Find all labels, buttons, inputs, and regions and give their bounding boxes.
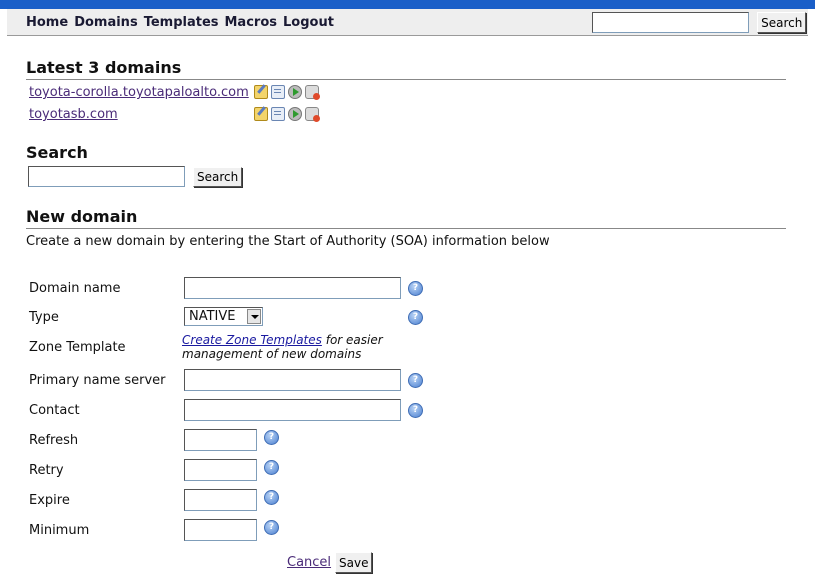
nav-domains[interactable]: Domains	[74, 15, 138, 30]
search-button[interactable]: Search	[193, 167, 243, 187]
help-icon[interactable]: ?	[264, 490, 279, 505]
top-search-button[interactable]: Search	[757, 12, 807, 33]
nav-templates[interactable]: Templates	[144, 15, 219, 30]
zone-template-text: management of new domains	[182, 347, 362, 361]
help-icon[interactable]: ?	[408, 310, 423, 325]
nav-home[interactable]: Home	[26, 15, 68, 30]
domain-name-label: Domain name	[29, 281, 121, 296]
search-input[interactable]	[28, 166, 185, 187]
domain-link[interactable]: toyota-corolla.toyotapaloalto.com	[29, 85, 249, 100]
edit-icon[interactable]	[254, 85, 268, 99]
help-icon[interactable]: ?	[408, 281, 423, 296]
primary-ns-input[interactable]	[184, 369, 401, 391]
latest-domains-heading: Latest 3 domains	[26, 58, 182, 77]
minimum-input[interactable]	[184, 519, 257, 541]
type-label: Type	[29, 310, 59, 325]
domain-actions	[254, 107, 320, 122]
minimum-label: Minimum	[29, 523, 90, 538]
help-icon[interactable]: ?	[408, 403, 423, 418]
zone-template-info: Create Zone Templates for easier managem…	[182, 333, 383, 361]
domain-name-input[interactable]	[184, 277, 401, 299]
top-search-input[interactable]	[592, 12, 749, 33]
refresh-label: Refresh	[29, 433, 79, 448]
top-search: Search	[592, 12, 807, 33]
search-heading: Search	[26, 143, 88, 162]
nav-macros[interactable]: Macros	[225, 15, 278, 30]
nav-bar: Home Domains Templates Macros Logout Search	[7, 9, 808, 36]
expire-label: Expire	[29, 493, 70, 508]
new-domain-description: Create a new domain by entering the Star…	[26, 234, 550, 249]
create-zone-templates-link[interactable]: Create Zone Templates	[182, 333, 322, 347]
help-icon[interactable]: ?	[264, 460, 279, 475]
nav-logout[interactable]: Logout	[283, 15, 334, 30]
move-icon[interactable]	[288, 85, 302, 99]
zone-template-label: Zone Template	[29, 340, 126, 355]
contact-label: Contact	[29, 403, 80, 418]
template-icon[interactable]	[271, 85, 285, 99]
move-icon[interactable]	[288, 107, 302, 121]
help-icon[interactable]: ?	[264, 520, 279, 535]
edit-icon[interactable]	[254, 107, 268, 121]
divider	[26, 79, 786, 80]
cancel-link[interactable]: Cancel	[287, 555, 331, 570]
type-select[interactable]: NATIVE	[184, 307, 263, 326]
nav-links: Home Domains Templates Macros Logout	[26, 15, 340, 30]
help-icon[interactable]: ?	[264, 430, 279, 445]
divider	[26, 228, 786, 229]
delete-icon[interactable]	[305, 85, 320, 100]
type-value: NATIVE	[189, 309, 236, 324]
top-stripe	[0, 0, 815, 9]
domain-link[interactable]: toyotasb.com	[29, 107, 118, 122]
delete-icon[interactable]	[305, 107, 320, 122]
template-icon[interactable]	[271, 107, 285, 121]
new-domain-heading: New domain	[26, 207, 138, 226]
contact-input[interactable]	[184, 399, 401, 421]
save-button[interactable]: Save	[335, 552, 373, 573]
retry-label: Retry	[29, 463, 64, 478]
domain-actions	[254, 85, 320, 100]
primary-ns-label: Primary name server	[29, 373, 166, 388]
refresh-input[interactable]	[184, 429, 257, 451]
retry-input[interactable]	[184, 459, 257, 481]
help-icon[interactable]: ?	[408, 373, 423, 388]
zone-template-text: for easier	[325, 333, 383, 347]
expire-input[interactable]	[184, 489, 257, 511]
chevron-down-icon[interactable]	[247, 309, 261, 324]
